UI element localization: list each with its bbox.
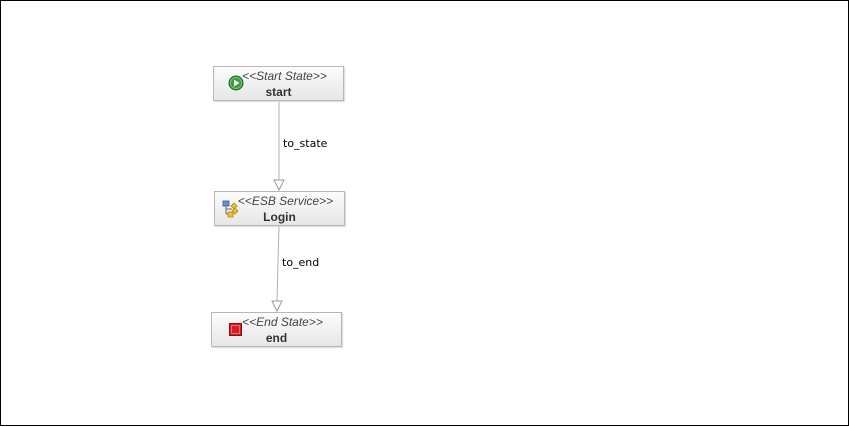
edge-to-end-arrowhead [271,300,283,313]
node-end-name: end [265,331,288,345]
node-start-state[interactable]: <<Start State>> start [213,66,344,101]
node-end-stereotype: <<End State>> [242,315,323,329]
node-start-stereotype: <<Start State>> [242,69,327,83]
node-esb-service[interactable]: <<ESB Service>> Login [214,191,345,226]
edge-to-end[interactable] [271,225,283,313]
transition-edges [271,101,285,313]
node-end-state[interactable]: <<End State>> end [211,312,342,347]
edge-label-to-state: to_state [283,137,328,150]
edge-to-state-arrowhead [273,179,285,192]
diagram-canvas: to_state to_end <<Start State>> start <<… [0,0,849,426]
edge-to-end-line [276,225,280,302]
node-esb-stereotype: <<ESB Service>> [237,194,334,208]
node-esb-name: Login [263,210,296,224]
edge-label-to-end: to_end [282,256,320,269]
node-start-name: start [265,85,292,99]
